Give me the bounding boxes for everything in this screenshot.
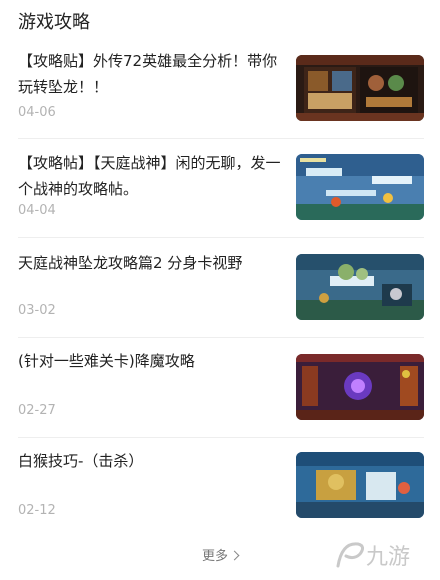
article-date: 02-12 [18,503,56,518]
article-date: 04-06 [18,105,56,120]
section-title: 游戏攻略 [18,12,90,33]
article-date: 02-27 [18,403,56,418]
article-item[interactable]: 【攻略贴】外传72英雄最全分析！带你玩转坠龙！！ 04-06 [0,38,440,138]
article-item[interactable]: 【攻略帖】【天庭战神】闲的无聊，发一个战神的攻略帖。 04-04 [0,140,440,240]
game-screenshot-ice-level-icon[interactable] [296,154,424,220]
divider [18,337,424,338]
article-date: 04-04 [18,203,56,218]
article-item[interactable]: (针对一些难关卡)降魔攻略 02-27 [0,340,440,440]
watermark-text: 九游 [366,545,410,570]
game-screenshot-battle-icon[interactable] [296,254,424,320]
article-item[interactable]: 白猴技巧-（击杀） 02-12 [0,440,440,540]
article-title[interactable]: 白猴技巧-（击杀） [18,448,283,474]
article-title[interactable]: (针对一些难关卡)降魔攻略 [18,348,283,374]
divider [18,437,424,438]
chevron-right-icon [229,550,240,561]
article-title[interactable]: 【攻略帖】【天庭战神】闲的无聊，发一个战神的攻略帖。 [18,150,283,202]
article-date: 03-02 [18,303,56,318]
game-screenshot-boss-icon[interactable] [296,354,424,420]
game-screenshot-heroes-icon[interactable] [296,55,424,121]
article-title[interactable]: 【攻略贴】外传72英雄最全分析！带你玩转坠龙！！ [18,48,283,100]
article-title[interactable]: 天庭战神坠龙攻略篇2 分身卡视野 [18,250,283,276]
strategy-page: 游戏攻略 【攻略贴】外传72英雄最全分析！带你玩转坠龙！！ 04-06 【攻略帖… [0,0,440,580]
divider [18,138,424,139]
jiuyou-logo: 九游 [332,536,432,574]
article-item[interactable]: 天庭战神坠龙攻略篇2 分身卡视野 03-02 [0,240,440,340]
divider [18,237,424,238]
game-screenshot-monkey-icon[interactable] [296,452,424,518]
more-label[interactable]: 更多 [202,549,228,564]
